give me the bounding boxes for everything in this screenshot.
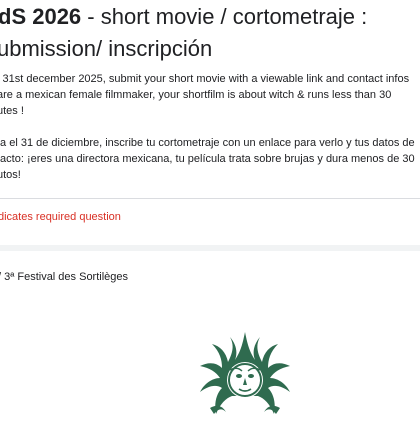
festival-sun-logo-icon xyxy=(200,332,290,414)
header-divider xyxy=(0,198,420,199)
section-label: / 3ª Festival des Sortilèges xyxy=(0,271,129,283)
description-line: tacto: ¡eres una directora mexicana, tu … xyxy=(0,153,415,165)
description-line: utos! xyxy=(0,169,21,181)
description-line: l 31st december 2025, submit your short … xyxy=(0,73,410,85)
form-title: dS 2026 - short movie / cortometraje : xyxy=(0,2,420,32)
section-gap xyxy=(0,245,420,251)
form-description-es: ta el 31 de diciembre, inscribe tu corto… xyxy=(0,135,420,183)
form-description-en: l 31st december 2025, submit your short … xyxy=(0,71,420,119)
description-line: utes ! xyxy=(0,105,24,117)
description-line: ta el 31 de diciembre, inscribe tu corto… xyxy=(0,137,415,149)
form-title-rest: - short movie / cortometraje : xyxy=(81,4,368,29)
description-line: are a mexican female filmmaker, your sho… xyxy=(0,89,392,101)
required-question-note: dicates required question xyxy=(0,211,121,223)
form-title-line2: ubmission/ inscripción xyxy=(0,36,213,61)
form-title-bold: dS 2026 xyxy=(0,4,82,29)
form-header-card: dS 2026 - short movie / cortometraje : u… xyxy=(0,0,420,245)
